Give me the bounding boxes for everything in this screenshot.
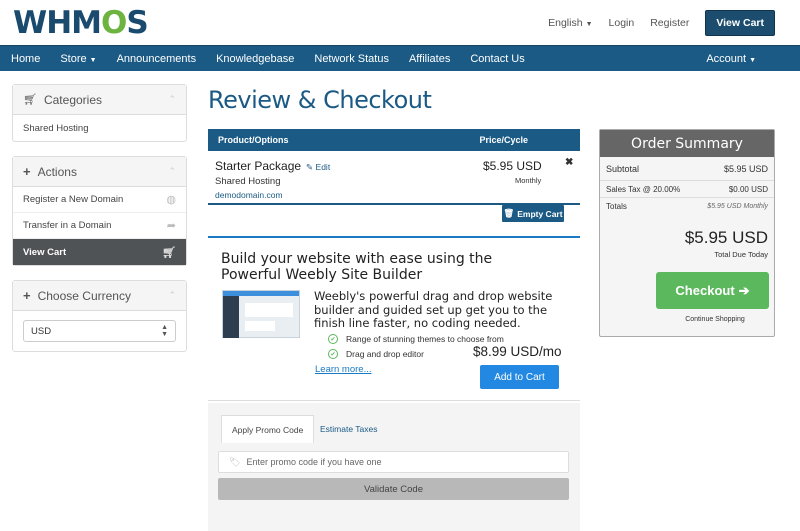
register-link[interactable]: Register	[650, 17, 689, 29]
globe-icon: ◍	[166, 194, 176, 206]
total-due-label: Total Due Today	[714, 250, 768, 259]
whmcs-logo[interactable]: WHMOS	[13, 5, 149, 41]
arrow-right-icon: ➔	[738, 282, 750, 298]
shopping-cart-icon: 🛒︎	[23, 94, 37, 106]
currency-header[interactable]: + Choose Currency ⌃	[13, 281, 186, 311]
add-to-cart-button[interactable]: Add to Cart	[480, 365, 559, 389]
nav-announcements[interactable]: Announcements	[106, 53, 206, 65]
column-header-price: Price/Cycle	[479, 135, 528, 145]
edit-link[interactable]: ✎ Edit	[306, 162, 330, 172]
plus-icon: +	[23, 288, 31, 303]
caret-down-icon: ▼	[585, 21, 593, 28]
cart-table: Product/Options Price/Cycle Starter Pack…	[208, 129, 580, 205]
empty-cart-button[interactable]: 🗑︎ Empty Cart	[502, 205, 564, 222]
login-link[interactable]: Login	[609, 17, 635, 29]
panel-title: Choose Currency	[37, 288, 131, 303]
check-circle-icon: ✔	[328, 349, 338, 359]
item-cycle: Monthly	[515, 176, 542, 185]
actions-panel: + Actions ⌃ Register a New Domain ◍ Trans…	[12, 156, 187, 266]
continue-shopping-link[interactable]: Continue Shopping	[600, 316, 774, 323]
nav-network-status[interactable]: Network Status	[303, 53, 398, 65]
nav-home[interactable]: Home	[0, 53, 49, 65]
actions-header[interactable]: + Actions ⌃	[13, 157, 186, 187]
top-links: English ▼ Login Register View Cart	[548, 10, 775, 36]
promo-description: Weebly's powerful drag and drop website …	[314, 289, 553, 330]
view-cart-button[interactable]: View Cart	[705, 10, 775, 36]
promo-tax-tabs: Apply Promo Code Estimate Taxes 🏷︎ Enter …	[208, 403, 580, 531]
nav-account[interactable]: Account ▼	[695, 53, 765, 65]
share-arrow-icon: ➦	[166, 220, 176, 232]
chevron-up-icon[interactable]: ⌃	[168, 94, 176, 105]
main-content: Review & Checkout	[208, 86, 580, 114]
nav-contact-us[interactable]: Contact Us	[459, 53, 533, 65]
total-due-amount: $5.95 USD	[684, 228, 768, 247]
categories-header[interactable]: 🛒︎ Categories ⌃	[13, 85, 186, 115]
promo-feature: ✔ Range of stunning themes to choose from	[328, 334, 504, 344]
totals-row: Totals $5.95 USD Monthly	[606, 202, 768, 211]
caret-down-icon: ▼	[749, 56, 756, 64]
column-header-product: Product/Options	[218, 135, 289, 145]
sidebar-item-view-cart[interactable]: View Cart 🛒︎	[13, 239, 186, 265]
sidebar: 🛒︎ Categories ⌃ Shared Hosting + Actions…	[12, 84, 187, 366]
nav-affiliates[interactable]: Affiliates	[398, 53, 459, 65]
item-price: $5.95 USD	[483, 159, 542, 173]
product-group: Shared Hosting	[215, 176, 281, 187]
main-navbar: Home Store ▼ Announcements Knowledgebase …	[0, 45, 800, 71]
cart-table-header: Product/Options Price/Cycle	[208, 129, 580, 151]
weebly-promo: Build your website with ease using the P…	[208, 236, 580, 401]
select-arrows-icon: ▲ ▼	[161, 324, 168, 338]
cart-item-row: Starter Package ✎ Edit Shared Hosting dem…	[208, 151, 580, 205]
trash-icon: 🗑︎	[503, 208, 515, 218]
order-summary: Order Summary Subtotal $5.95 USD Sales Ta…	[599, 129, 775, 337]
tab-estimate-taxes[interactable]: Estimate Taxes	[310, 415, 387, 443]
tab-apply-promo-code[interactable]: Apply Promo Code	[221, 415, 315, 443]
tax-row: Sales Tax @ 20.00% $0.00 USD	[600, 181, 774, 198]
product-name: Starter Package ✎ Edit	[215, 159, 331, 173]
validate-code-button[interactable]: Validate Code	[218, 478, 569, 500]
top-bar: WHMOS English ▼ Login Register View Cart	[0, 0, 800, 45]
tag-icon: 🏷︎	[229, 456, 241, 467]
promo-price: $8.99 USD/mo	[473, 344, 562, 359]
check-circle-icon: ✔	[328, 334, 338, 344]
promo-feature: ✔ Drag and drop editor	[328, 349, 424, 359]
plus-icon: +	[23, 164, 31, 179]
promo-code-input[interactable]: 🏷︎ Enter promo code if you have one	[218, 451, 569, 473]
product-domain: demodomain.com	[215, 190, 283, 200]
sidebar-item-register-domain[interactable]: Register a New Domain ◍	[13, 187, 186, 213]
promo-title: Build your website with ease using the P…	[221, 251, 493, 283]
panel-title: Categories	[43, 92, 102, 107]
chevron-up-icon[interactable]: ⌃	[168, 166, 176, 177]
weebly-screenshot-image	[222, 290, 300, 338]
currency-panel: + Choose Currency ⌃ USD ▲ ▼	[12, 280, 187, 352]
sidebar-item-shared-hosting[interactable]: Shared Hosting	[13, 115, 186, 141]
learn-more-link[interactable]: Learn more...	[315, 364, 372, 375]
panel-title: Actions	[37, 164, 77, 179]
order-summary-title: Order Summary	[600, 130, 774, 157]
shopping-cart-icon: 🛒︎	[162, 246, 176, 259]
sidebar-item-transfer-domain[interactable]: Transfer in a Domain ➦	[13, 213, 186, 239]
page-title: Review & Checkout	[208, 86, 432, 114]
currency-select[interactable]: USD ▲ ▼	[23, 320, 176, 342]
language-dropdown[interactable]: English ▼	[548, 17, 592, 29]
caret-down-icon: ▼	[89, 56, 97, 64]
remove-item-icon[interactable]: ✖	[565, 157, 573, 168]
checkout-button[interactable]: Checkout ➔	[656, 272, 769, 309]
subtotal-row: Subtotal $5.95 USD	[600, 157, 774, 181]
nav-knowledgebase[interactable]: Knowledgebase	[205, 53, 303, 65]
nav-store[interactable]: Store ▼	[49, 53, 105, 65]
categories-panel: 🛒︎ Categories ⌃ Shared Hosting	[12, 84, 187, 142]
chevron-up-icon[interactable]: ⌃	[168, 290, 176, 301]
